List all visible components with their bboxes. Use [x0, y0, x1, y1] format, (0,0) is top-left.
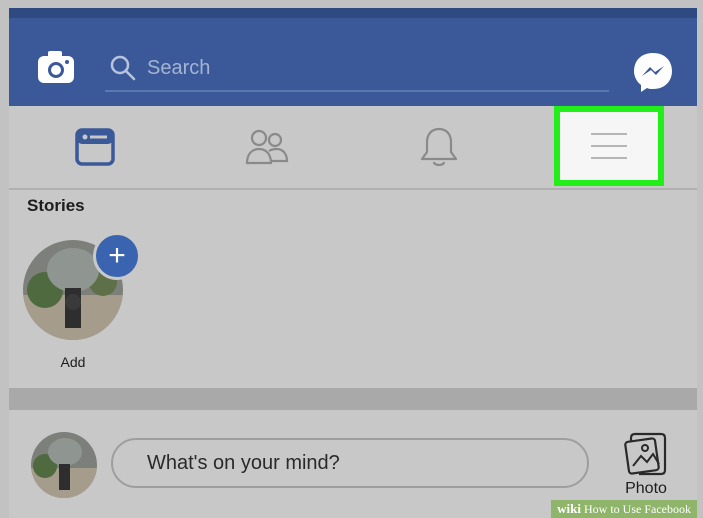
watermark-text: How to Use Facebook [584, 501, 691, 516]
camera-icon[interactable] [37, 50, 75, 84]
news-feed-icon [75, 128, 115, 166]
profile-photo-icon [31, 432, 97, 498]
status-bar [9, 8, 697, 18]
app-screen: Stories + Add What's on your mind? [9, 8, 697, 518]
search-icon [109, 54, 137, 82]
top-bar [9, 18, 697, 106]
photo-label: Photo [625, 480, 667, 497]
tab-bar [9, 106, 697, 190]
stories-heading: Stories [27, 196, 85, 215]
composer-placeholder: What's on your mind? [147, 451, 340, 474]
bell-icon [420, 127, 458, 167]
plus-icon: + [108, 239, 126, 272]
tab-menu[interactable] [554, 106, 664, 186]
watermark: wiki How to Use Facebook [551, 500, 697, 518]
search-input[interactable] [145, 52, 589, 84]
composer-avatar[interactable] [31, 432, 97, 498]
tab-news-feed[interactable] [9, 106, 181, 188]
watermark-prefix: wiki [557, 501, 582, 516]
photo-icon [624, 432, 667, 476]
messenger-icon[interactable] [631, 50, 675, 94]
add-story-button[interactable]: + [93, 232, 141, 280]
search-bar[interactable] [105, 48, 609, 92]
hamburger-menu-icon [591, 133, 627, 159]
section-divider [9, 388, 697, 410]
add-story-label: Add [60, 354, 86, 370]
photo-button[interactable]: Photo [609, 428, 683, 508]
tab-notifications[interactable] [353, 106, 525, 188]
friends-icon [245, 129, 289, 165]
tab-friends[interactable] [181, 106, 353, 188]
status-composer-input[interactable]: What's on your mind? [111, 438, 589, 488]
